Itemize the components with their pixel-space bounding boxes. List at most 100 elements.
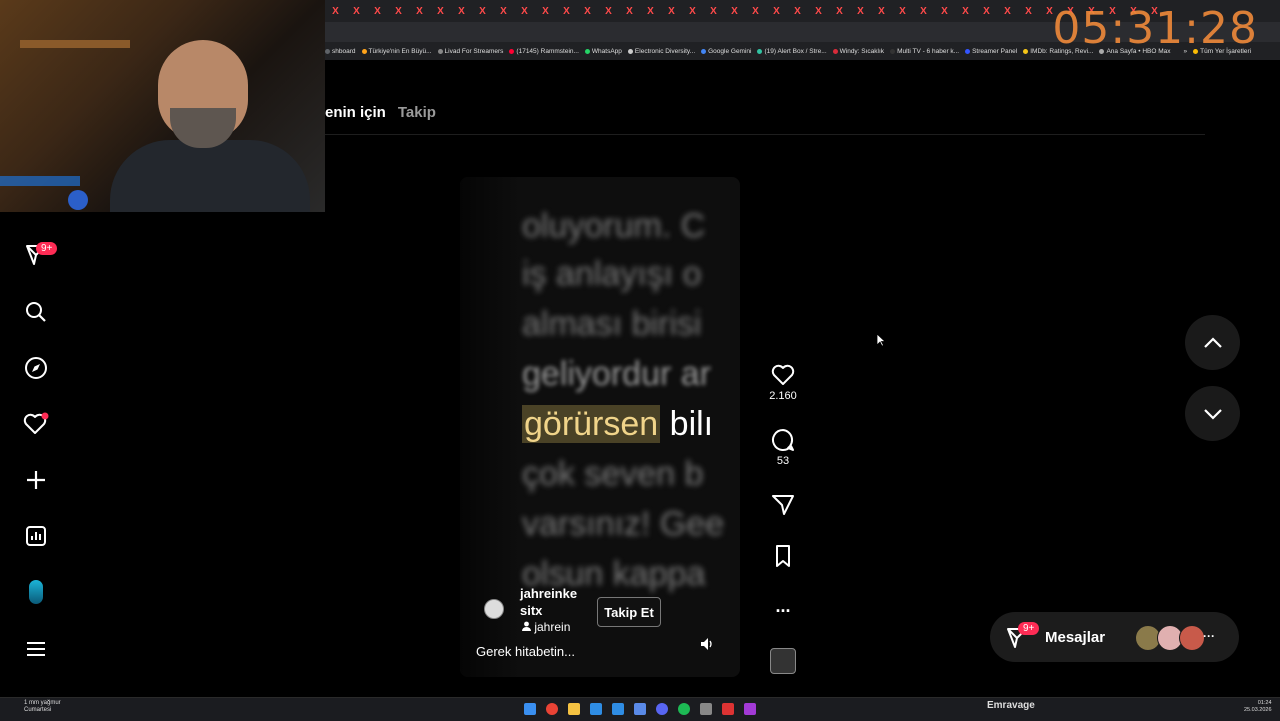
tab-close-icon[interactable]: X (367, 6, 388, 17)
share-action[interactable] (768, 492, 798, 516)
search-icon (26, 302, 46, 322)
bookmark-icon (965, 48, 971, 54)
tab-close-icon[interactable]: X (514, 6, 535, 17)
start-icon[interactable] (524, 703, 536, 715)
bookmark-label: Electronic Diversity... (634, 47, 696, 55)
sidebar-item-more[interactable] (22, 635, 50, 663)
author-avatar[interactable] (484, 599, 504, 619)
user-icon (522, 621, 531, 631)
webcam-mic (68, 190, 88, 210)
tab-close-icon[interactable]: X (934, 6, 955, 17)
bookmark-item[interactable]: shboard (325, 48, 356, 55)
tab-close-icon[interactable]: X (682, 6, 703, 17)
app-icon[interactable] (700, 703, 712, 715)
tab-close-icon[interactable]: X (892, 6, 913, 17)
bookmark-item[interactable]: Windy: Sıcaklık (832, 48, 884, 55)
tab-close-icon[interactable]: X (556, 6, 577, 17)
app-icon[interactable] (744, 703, 756, 715)
bookmark-label: Multi TV - 6 haber k... (897, 47, 960, 55)
activity-heart-icon (23, 412, 49, 434)
tab-close-icon[interactable]: X (409, 6, 430, 17)
bookmark-label: (19) Alert Box / Stre... (764, 47, 827, 55)
previous-video-button[interactable] (1185, 315, 1240, 370)
tab-close-icon[interactable]: X (1018, 6, 1039, 17)
bookmark-icon (776, 545, 790, 567)
sidebar-item-explore[interactable] (22, 354, 50, 382)
tab-close-icon[interactable]: X (871, 6, 892, 17)
bookmark-item[interactable]: WhatsApp (584, 48, 622, 55)
spotify-icon[interactable] (678, 703, 690, 715)
bookmark-icon (1023, 48, 1029, 54)
messages-badge: 9+ (1018, 622, 1040, 635)
bookmark-item[interactable]: Electronic Diversity... (627, 47, 696, 55)
tab-close-icon[interactable]: X (451, 6, 472, 17)
heart-icon (771, 364, 795, 385)
bookmark-item[interactable]: Streamer Panel (965, 48, 1017, 55)
app-icon[interactable] (590, 703, 602, 715)
tab-close-icon[interactable]: X (577, 6, 598, 17)
sidebar-item-activity[interactable] (22, 410, 50, 438)
bookmark-label: Türkiye'nin En Büyü... (368, 47, 432, 55)
sidebar-item-upload[interactable] (22, 466, 50, 494)
tab-close-icon[interactable]: X (640, 6, 661, 17)
taskbar-user: Emravage (987, 700, 1035, 711)
tab-close-icon[interactable]: X (829, 6, 850, 17)
tab-close-icon[interactable]: X (913, 6, 934, 17)
tab-close-icon[interactable]: X (997, 6, 1018, 17)
bookmark-icon (890, 48, 896, 54)
bookmark-icon (701, 48, 707, 54)
tab-close-icon[interactable]: X (598, 6, 619, 17)
bookmark-label: Streamer Panel (972, 47, 1018, 55)
app-icon[interactable] (722, 703, 734, 715)
tab-following[interactable]: Takip (398, 104, 436, 121)
like-action[interactable]: 2.160 (768, 363, 798, 402)
tab-close-icon[interactable]: X (346, 6, 367, 17)
tab-close-icon[interactable]: X (661, 6, 682, 17)
sound-button[interactable] (700, 637, 720, 657)
tab-close-icon[interactable]: X (766, 6, 787, 17)
comment-action[interactable]: 53 (768, 428, 798, 467)
bookmark-item[interactable]: Multi TV - 6 haber k... (890, 48, 959, 55)
bookmark-item[interactable]: Livad For Streamers (437, 48, 503, 55)
tab-close-icon[interactable]: X (325, 6, 346, 17)
video-after-highlight: bilı (669, 405, 714, 443)
tab-close-icon[interactable]: X (724, 6, 745, 17)
more-action[interactable]: ... (768, 596, 798, 617)
tab-close-icon[interactable]: X (430, 6, 451, 17)
tab-close-icon[interactable]: X (787, 6, 808, 17)
tab-close-icon[interactable]: X (976, 6, 997, 17)
taskbar-weather[interactable]: 1 mm yağmur Cumartesi (24, 700, 61, 714)
bookmark-icon (437, 48, 443, 54)
tab-close-icon[interactable]: X (745, 6, 766, 17)
sidebar-item-analytics[interactable] (22, 522, 50, 550)
folder-icon[interactable] (568, 703, 580, 715)
follow-button[interactable]: Takip Et (597, 597, 661, 627)
tab-close-icon[interactable]: X (850, 6, 871, 17)
tab-close-icon[interactable]: X (955, 6, 976, 17)
video-caption[interactable]: Gerek hitabetin... (476, 644, 575, 659)
sidebar-item-search[interactable] (22, 298, 50, 326)
app-icon[interactable] (612, 703, 624, 715)
sound-thumbnail[interactable] (770, 648, 796, 674)
bookmark-item[interactable]: Türkiye'nin En Büyü... (361, 47, 432, 55)
tab-close-icon[interactable]: X (808, 6, 829, 17)
bookmark-item[interactable]: (19) Alert Box / Stre... (757, 47, 827, 55)
app-icon[interactable] (634, 703, 646, 715)
bookmark-item[interactable]: Google Gemini (701, 48, 751, 55)
tab-close-icon[interactable]: X (703, 6, 724, 17)
save-action[interactable] (768, 544, 798, 568)
chrome-icon[interactable] (546, 703, 558, 715)
next-video-button[interactable] (1185, 386, 1240, 441)
bookmark-item[interactable]: (17145) Rammstein... (509, 48, 579, 55)
tab-close-icon[interactable]: X (388, 6, 409, 17)
taskbar-clock[interactable]: 01:24 25.03.2026 (1244, 700, 1272, 714)
author-handle-row[interactable]: jahrein (522, 620, 570, 634)
tab-for-you[interactable]: enin için (325, 104, 386, 121)
tab-close-icon[interactable]: X (619, 6, 640, 17)
author-name[interactable]: jahreinke sitx (520, 585, 590, 619)
tab-close-icon[interactable]: X (472, 6, 493, 17)
discord-icon[interactable] (656, 703, 668, 715)
tab-close-icon[interactable]: X (493, 6, 514, 17)
tab-close-icon[interactable]: X (535, 6, 556, 17)
sidebar-item-profile[interactable] (22, 578, 50, 606)
